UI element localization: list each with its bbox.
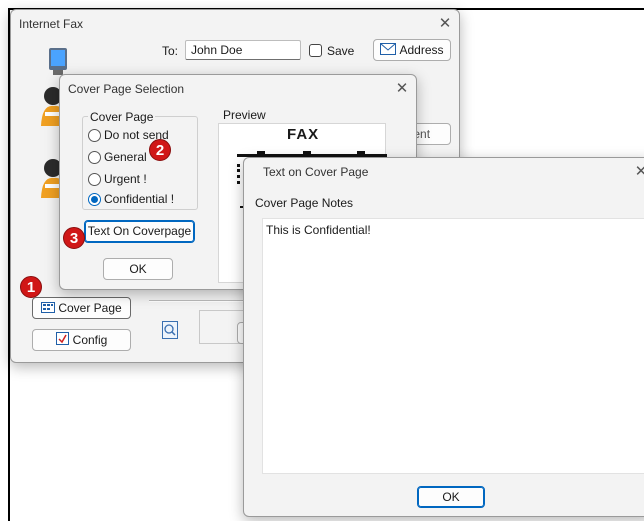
cover-page-icon [41, 299, 56, 319]
notes-textarea[interactable]: This is Confidential! [262, 218, 644, 474]
option-label: Urgent ! [104, 172, 147, 186]
to-label: To: [162, 44, 179, 58]
cover-page-group-label: Cover Page [88, 110, 156, 124]
option-label: Confidential ! [104, 192, 175, 206]
radio-confidential[interactable] [88, 193, 101, 206]
preview-fax-heading: FAX [287, 126, 320, 143]
preview-tick [357, 151, 365, 155]
cover-page-button[interactable]: Cover Page [32, 297, 131, 319]
option-label: General [104, 150, 147, 164]
config-icon [55, 331, 69, 351]
preview-doc-icon[interactable] [162, 321, 178, 339]
dialog-title: Text on Cover Page [263, 165, 369, 179]
internet-fax-titlebar: Internet Fax ✕ [11, 10, 459, 38]
annotation-badge-2: 2 [149, 139, 171, 161]
preview-tick [303, 151, 311, 155]
address-button[interactable]: Address [373, 39, 451, 61]
annotation-badge-1: 1 [20, 276, 42, 298]
to-input[interactable]: John Doe [185, 40, 301, 60]
notes-text: This is Confidential! [266, 223, 371, 237]
text-cover-titlebar: Text on Cover Page ✕ [244, 158, 644, 186]
config-label: Config [72, 333, 108, 347]
close-icon[interactable]: ✕ [392, 80, 412, 98]
computer-icon [47, 47, 69, 77]
close-icon[interactable]: ✕ [631, 163, 644, 181]
preview-label: Preview [223, 108, 266, 122]
address-label: Address [399, 43, 444, 57]
config-button[interactable]: Config [32, 329, 131, 351]
text-on-coverpage-button[interactable]: Text On Coverpage [84, 220, 195, 243]
text-on-cover-page-dialog: Text on Cover Page ✕ Cover Page Notes Th… [243, 157, 644, 517]
cover-selection-titlebar: Cover Page Selection ✕ [60, 75, 416, 103]
divider-line [149, 300, 249, 302]
annotation-badge-3: 3 [63, 227, 85, 249]
save-checkbox[interactable] [309, 44, 322, 57]
radio-urgent[interactable] [88, 173, 101, 186]
dialog-title: Cover Page Selection [68, 82, 185, 96]
envelope-icon [380, 41, 397, 61]
preview-tick [257, 151, 265, 155]
ok-button[interactable]: OK [417, 486, 485, 508]
cover-page-notes-label: Cover Page Notes [255, 196, 354, 210]
preview-text-block [237, 164, 241, 184]
window-title: Internet Fax [19, 17, 84, 31]
save-label: Save [327, 44, 355, 58]
close-icon[interactable]: ✕ [435, 15, 455, 33]
ok-button[interactable]: OK [103, 258, 173, 280]
cover-page-label: Cover Page [58, 301, 122, 315]
radio-do-not-send[interactable] [88, 129, 101, 142]
radio-general[interactable] [88, 151, 101, 164]
